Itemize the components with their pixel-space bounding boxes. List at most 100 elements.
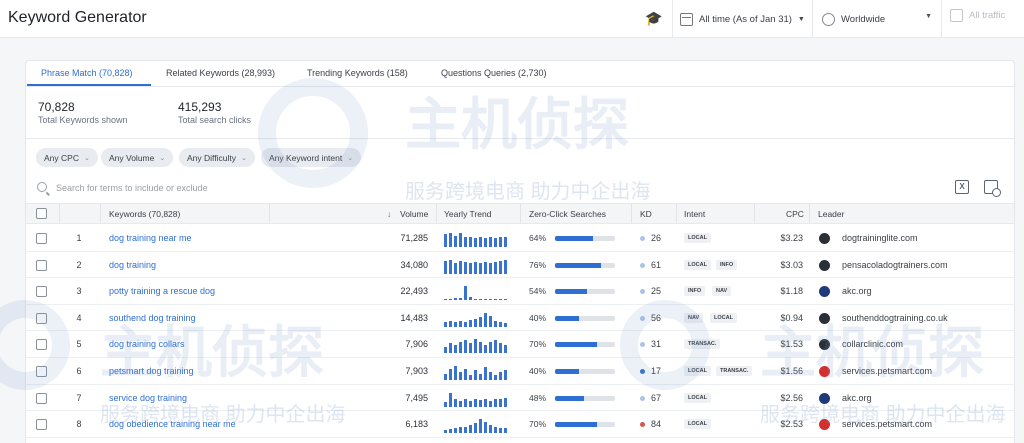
- leader-domain[interactable]: dogtraininglite.com: [842, 233, 918, 243]
- keyword-link[interactable]: petsmart dog training: [109, 366, 194, 376]
- row-checkbox[interactable]: [36, 339, 47, 351]
- filter-volume[interactable]: Any Volume ⌄: [101, 148, 174, 167]
- leader-domain[interactable]: southenddogtraining.co.uk: [842, 313, 948, 323]
- zero-click-bar: [555, 315, 615, 321]
- divider: [812, 0, 813, 38]
- trend-bar: [464, 261, 467, 274]
- trend-bar: [494, 261, 497, 274]
- kd-column-header[interactable]: KD: [640, 209, 652, 219]
- tab-phrase-match[interactable]: Phrase Match (70,828): [41, 68, 133, 78]
- leader-domain[interactable]: akc.org: [842, 286, 872, 296]
- leader-domain[interactable]: services.petsmart.com: [842, 419, 932, 429]
- keyword-link[interactable]: service dog training: [109, 393, 187, 403]
- trend-bar: [459, 260, 462, 274]
- active-tab-indicator: [27, 84, 151, 86]
- trend-bar: [469, 425, 472, 434]
- total-clicks-label: Total search clicks: [178, 115, 252, 125]
- table-row[interactable]: 3 potty training a rescue dog 22,493 54% 25 I…: [26, 278, 1014, 305]
- keyword-link[interactable]: southend dog training: [109, 313, 196, 323]
- row-checkbox[interactable]: [36, 312, 47, 324]
- traffic-selector[interactable]: All traffic: [950, 9, 1005, 22]
- trend-bar: [459, 320, 462, 327]
- tab-questions-queries[interactable]: Questions Queries (2,730): [441, 68, 547, 78]
- leader-domain[interactable]: akc.org: [842, 393, 872, 403]
- row-index: 1: [76, 233, 82, 243]
- sort-down-icon[interactable]: ↓: [387, 209, 391, 219]
- row-checkbox[interactable]: [36, 259, 47, 271]
- filter-cpc[interactable]: Any CPC ⌄: [36, 148, 98, 167]
- keywords-column-header[interactable]: Keywords (70,828): [109, 209, 180, 219]
- row-checkbox[interactable]: [36, 392, 47, 404]
- trend-bar: [479, 342, 482, 354]
- row-checkbox[interactable]: [36, 286, 47, 298]
- total-keywords-value: 70,828: [38, 100, 75, 114]
- zero-click-value: 48%: [529, 392, 547, 403]
- trend-bar: [469, 237, 472, 247]
- row-checkbox[interactable]: [36, 419, 47, 431]
- trend-bar: [494, 238, 497, 247]
- zero-click-fill: [555, 315, 579, 321]
- table-row[interactable]: 4 southend dog training 14,483 40% 56 NAV LOCA…: [26, 305, 1014, 332]
- trend-bar: [499, 428, 502, 434]
- trend-bar: [464, 321, 467, 327]
- volume-column-header[interactable]: Volume: [400, 209, 428, 219]
- trend-bar: [489, 400, 492, 407]
- calendar-icon: [680, 12, 693, 26]
- trend-bar: [484, 238, 487, 247]
- select-all-checkbox[interactable]: [36, 208, 47, 219]
- trend-bar: [489, 262, 492, 274]
- leader-domain[interactable]: services.petsmart.com: [842, 366, 932, 376]
- column-settings-icon[interactable]: [984, 180, 1001, 197]
- date-range-selector[interactable]: All time (As of Jan 31) ▼: [680, 9, 805, 29]
- zero-click-column-header[interactable]: Zero-Click Searches: [529, 209, 606, 219]
- keyword-link[interactable]: potty training a rescue dog: [109, 286, 215, 296]
- page-title: Keyword Generator: [8, 9, 147, 26]
- trend-bar: [484, 312, 487, 327]
- academy-cap-icon[interactable]: 🎓: [645, 10, 663, 26]
- search-input[interactable]: [56, 180, 656, 196]
- cpc-value: $1.53: [780, 339, 803, 350]
- trend-bar: [474, 339, 477, 354]
- petsmart-logo-icon: [819, 366, 830, 377]
- zero-click-bar: [555, 422, 615, 428]
- table-row[interactable]: 6 petsmart dog training 7,903 40% 17 LOCAL TRA…: [26, 358, 1014, 385]
- akc-logo-icon: [819, 286, 830, 298]
- tab-trending-keywords[interactable]: Trending Keywords (158): [307, 68, 408, 78]
- leader-domain[interactable]: collarclinic.com: [842, 339, 903, 349]
- filter-difficulty[interactable]: Any Difficulty ⌄: [179, 148, 255, 167]
- leader-domain[interactable]: pensacoladogtrainers.com: [842, 260, 948, 270]
- keyword-link[interactable]: dog training: [109, 260, 156, 270]
- table-row[interactable]: 5 dog training collars 7,906 70% 31 TRANSAC. $…: [26, 331, 1014, 358]
- excel-export-icon[interactable]: X: [955, 180, 969, 194]
- table-row[interactable]: 8 dog obedience training near me 6,183 70% 8…: [26, 411, 1014, 438]
- kd-value: 26: [651, 233, 662, 243]
- cpc-column-header[interactable]: CPC: [786, 209, 804, 219]
- trend-bar: [504, 299, 507, 301]
- keyword-link[interactable]: dog training collars: [109, 339, 185, 349]
- trend-bar: [469, 262, 472, 274]
- column-divider: [809, 204, 810, 223]
- trend-bar: [454, 398, 457, 407]
- trend-bar: [454, 428, 457, 434]
- row-index: 5: [76, 339, 82, 350]
- column-divider: [100, 204, 101, 223]
- table-row[interactable]: 1 dog training near me 71,285 64% 26 LOCAL $3.…: [26, 225, 1014, 252]
- petsmart-logo-icon: [819, 419, 830, 431]
- keyword-link[interactable]: dog obedience training near me: [109, 419, 236, 429]
- trend-bar: [459, 233, 462, 247]
- trend-column-header: Yearly Trend: [444, 209, 492, 219]
- row-checkbox[interactable]: [36, 366, 47, 377]
- tab-related-keywords[interactable]: Related Keywords (28,993): [166, 68, 275, 78]
- keyword-link[interactable]: dog training near me: [109, 233, 192, 243]
- table-row[interactable]: 7 service dog training 7,495 48% 67 LOCAL $2.5…: [26, 385, 1014, 412]
- region-selector[interactable]: Worldwide ▼: [822, 9, 934, 29]
- row-checkbox[interactable]: [36, 233, 47, 244]
- table-row[interactable]: 2 dog training 34,080 76% 61 LOCAL INFO $3.03 pe…: [26, 252, 1014, 279]
- trend-bar: [504, 370, 507, 380]
- zero-click-value: 70%: [529, 339, 547, 350]
- volume-value: 7,903: [405, 366, 428, 376]
- trend-bar: [484, 299, 487, 301]
- intent-column-header[interactable]: Intent: [684, 209, 705, 219]
- filter-keyword-intent[interactable]: Any Keyword intent ⌄: [261, 148, 362, 167]
- trend-bar: [489, 299, 492, 301]
